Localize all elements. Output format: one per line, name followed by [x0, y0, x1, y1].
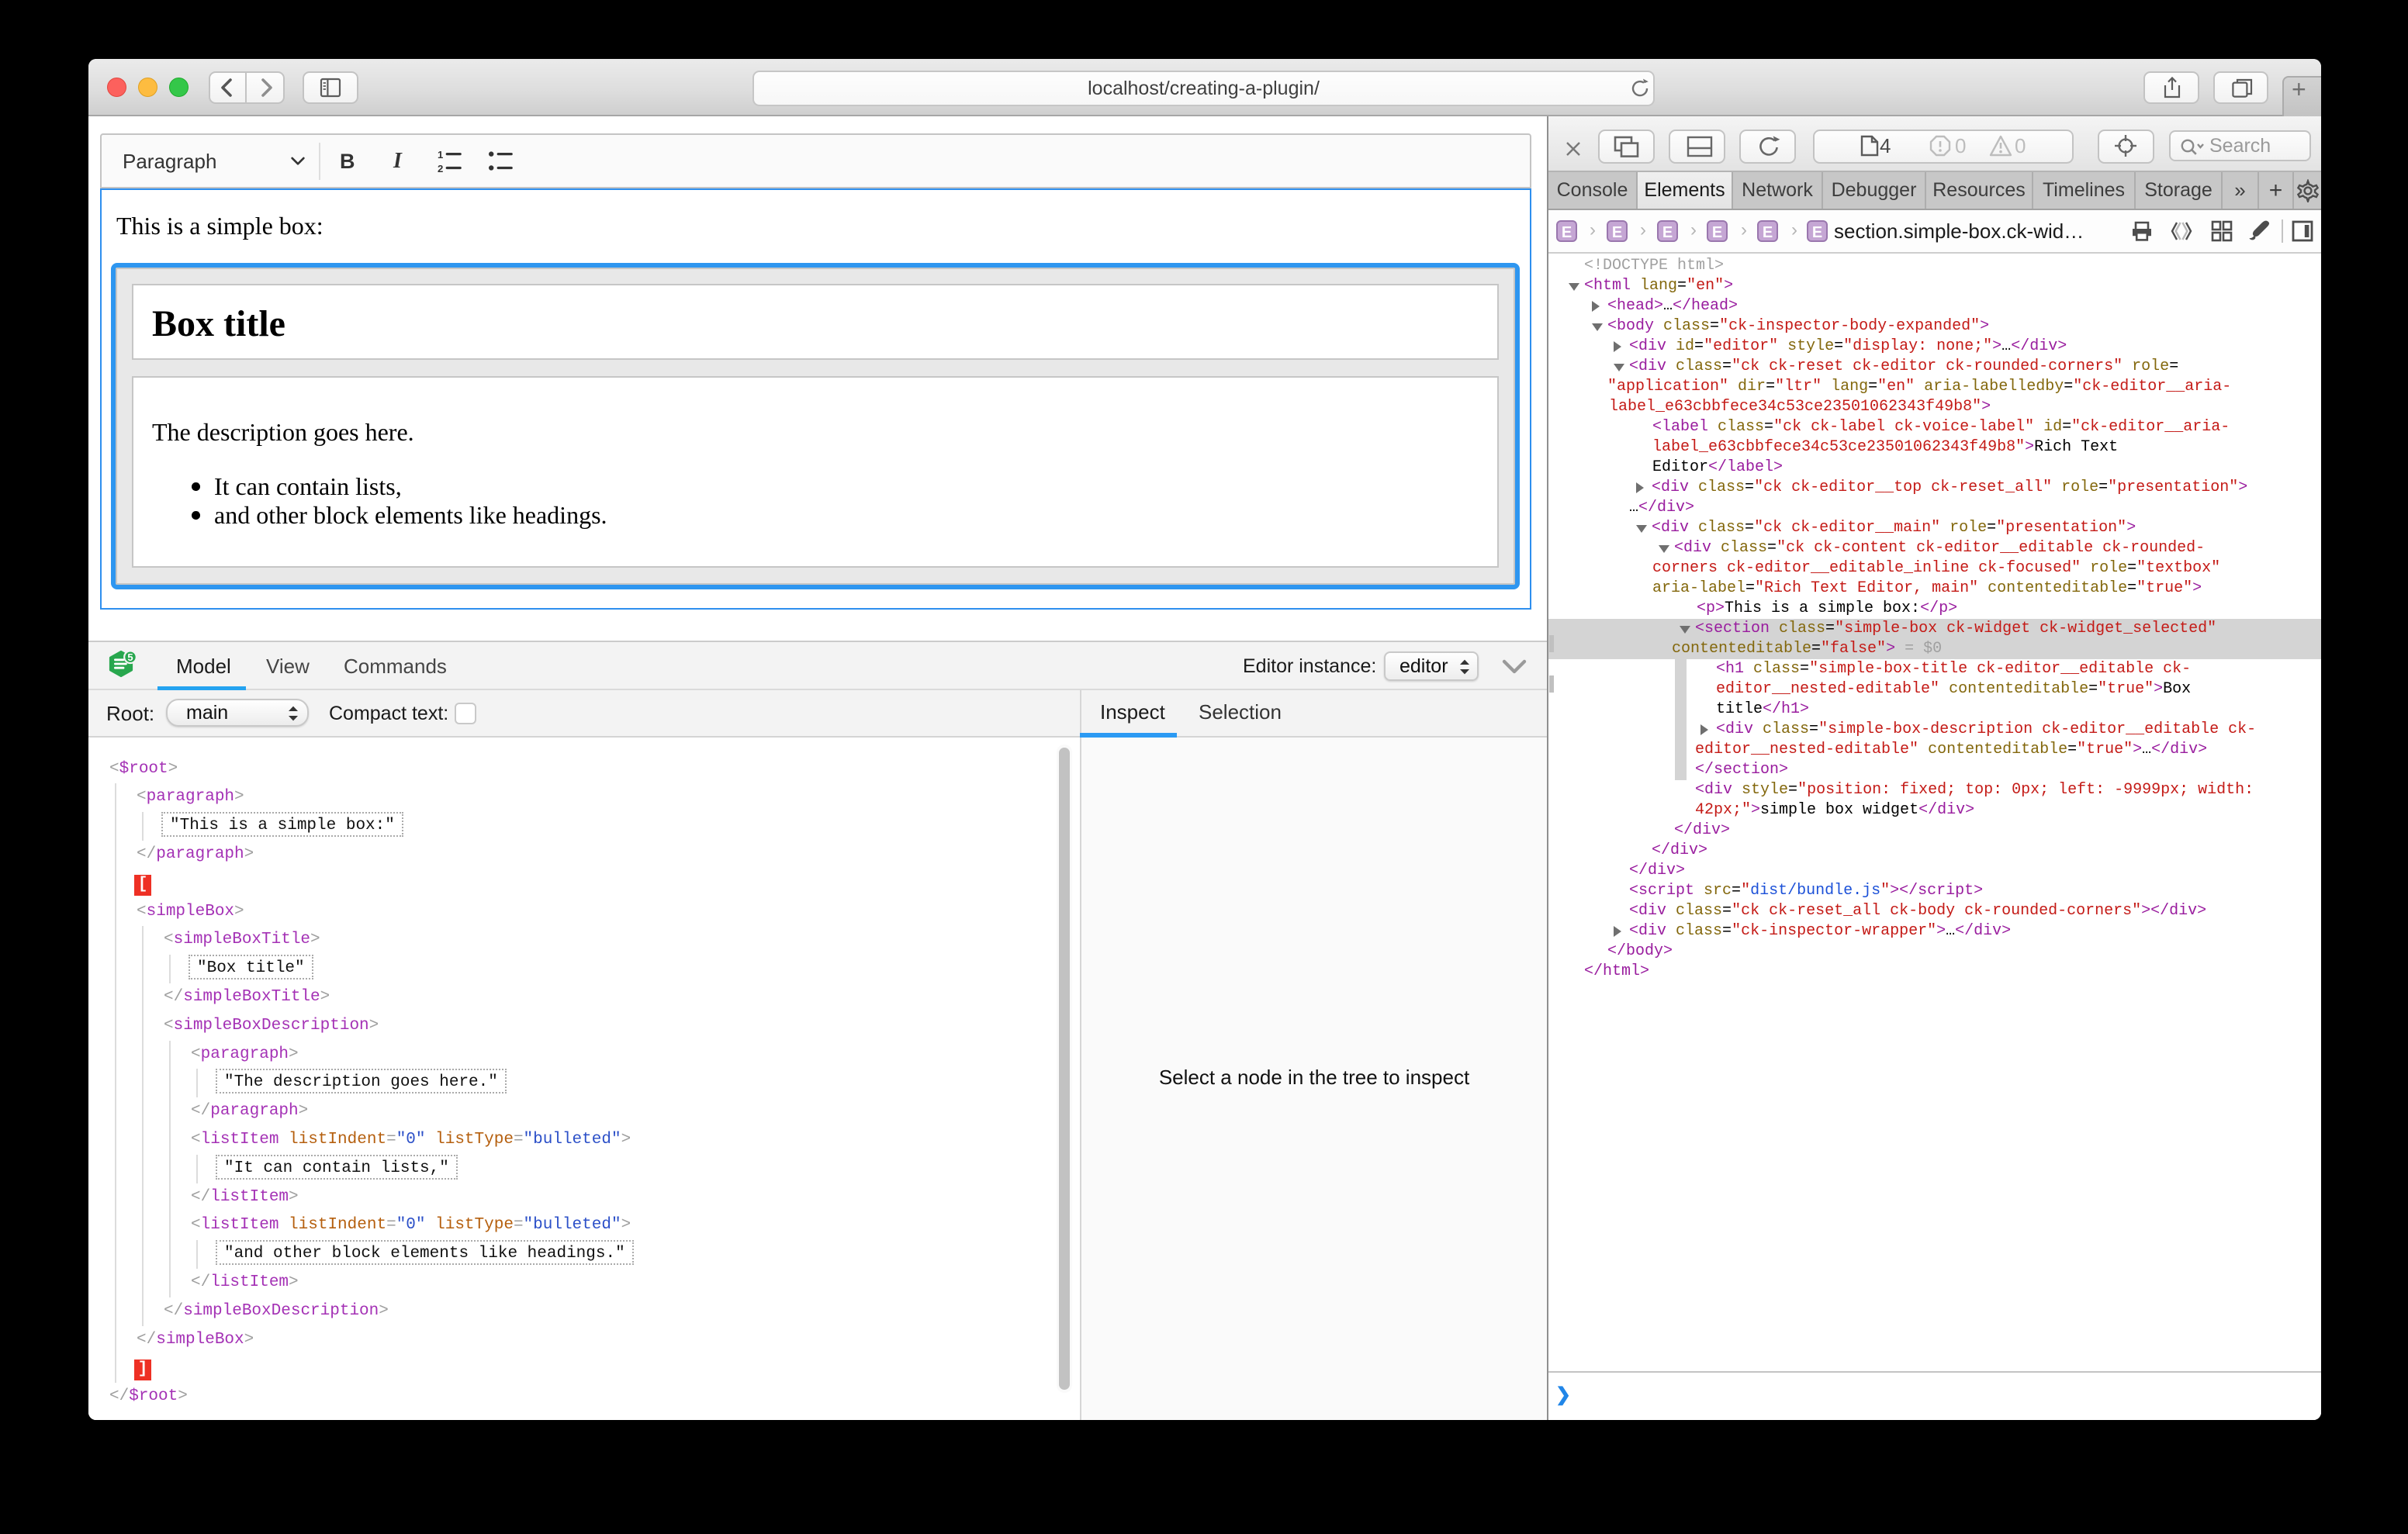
svg-text:5: 5	[127, 651, 133, 663]
svg-text:1: 1	[438, 150, 443, 161]
svg-text:2: 2	[438, 163, 443, 173]
